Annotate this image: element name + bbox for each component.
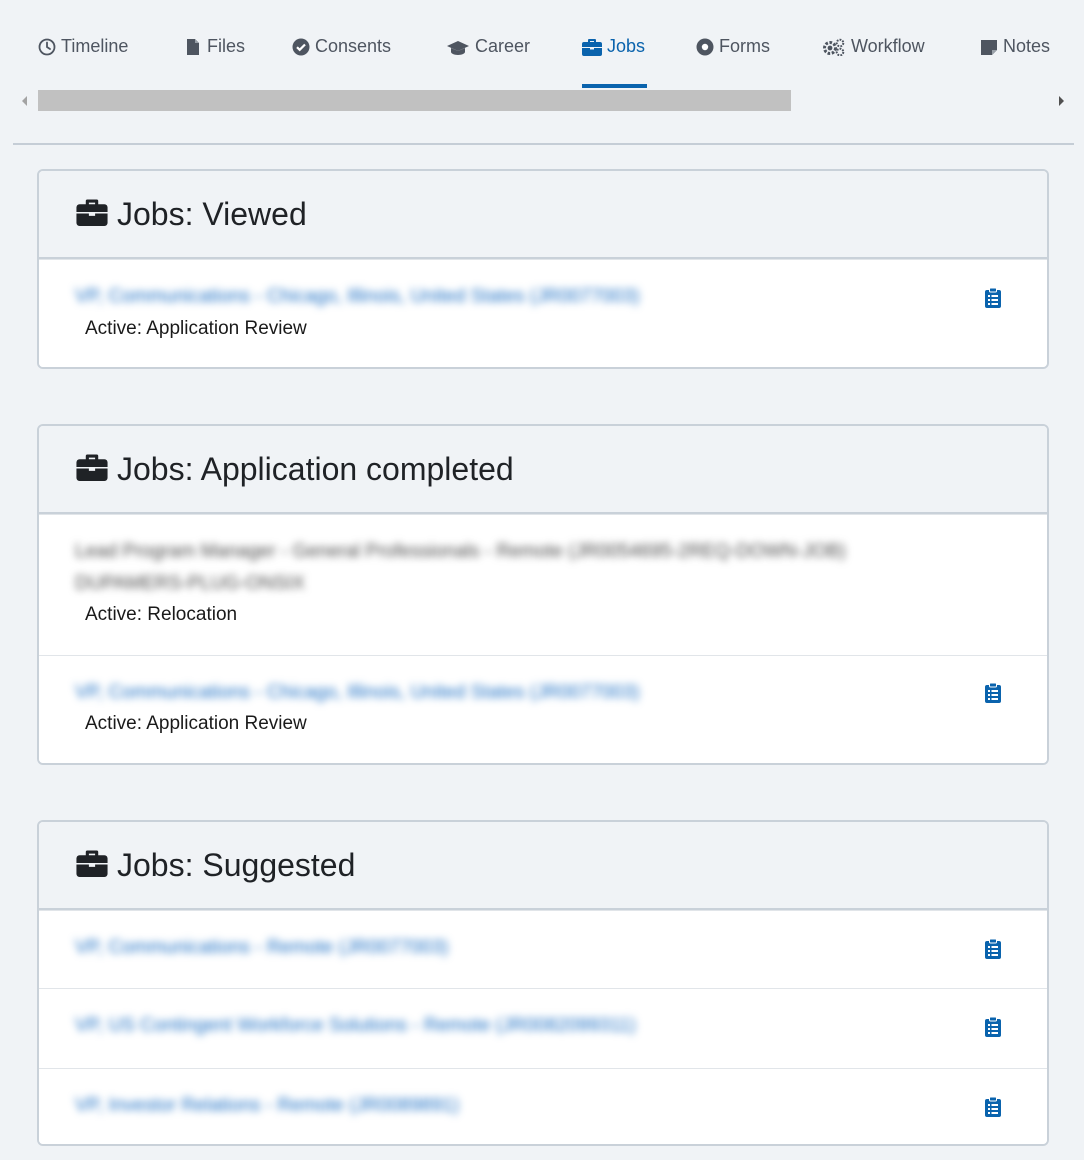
tabs-divider — [13, 143, 1074, 145]
tab-career[interactable]: Career — [446, 36, 530, 88]
card-header: Jobs: Application completed — [39, 426, 1047, 514]
section-title: Jobs: Viewed — [117, 195, 307, 232]
scrollbar-thumb[interactable] — [38, 90, 791, 111]
job-row: VP, Investor Relations - Remote (JR00898… — [39, 1068, 1047, 1144]
file-icon — [184, 38, 202, 56]
job-row: VP, US Contingent Workforce Solutions - … — [39, 988, 1047, 1068]
briefcase-icon — [582, 38, 602, 56]
briefcase-icon — [75, 198, 109, 231]
job-status: Active: Application Review — [85, 318, 307, 339]
tab-label: Notes — [1003, 36, 1051, 56]
check-circle-icon — [292, 38, 310, 56]
tab-workflow[interactable]: Workflow — [822, 36, 925, 88]
job-title-line2: DUPAMERS-PLUG-ONSIX — [75, 573, 305, 594]
graduation-cap-icon — [446, 38, 470, 56]
card-header: Jobs: Suggested — [39, 822, 1047, 910]
section-title: Jobs: Application completed — [117, 450, 514, 487]
tab-label: Files — [207, 36, 246, 56]
tab-bar: Timeline Files Consents Career Jobs Form… — [0, 0, 1084, 88]
job-link[interactable]: VP, Investor Relations - Remote (JR00898… — [75, 1095, 459, 1117]
jobs-application-completed-card: Jobs: Application completed Lead Program… — [37, 424, 1049, 765]
tab-scrollbar[interactable] — [16, 90, 1072, 111]
cogs-icon — [822, 38, 846, 56]
clipboard-list-icon[interactable] — [985, 1096, 1001, 1117]
sticky-note-icon — [980, 38, 998, 56]
clipboard-list-icon[interactable] — [985, 287, 1001, 308]
job-link[interactable]: VP, Communications - Chicago, Illinois, … — [75, 682, 640, 704]
job-title: Lead Program Manager - General Professio… — [75, 541, 846, 562]
job-row: VP, Communications - Chicago, Illinois, … — [39, 655, 1047, 763]
clock-icon — [38, 38, 56, 56]
scroll-left-arrow-icon[interactable] — [22, 96, 27, 106]
briefcase-icon — [75, 453, 109, 486]
jobs-suggested-card: Jobs: Suggested VP, Communications - Rem… — [37, 820, 1049, 1146]
tab-label: Career — [475, 36, 531, 56]
tab-jobs[interactable]: Jobs — [582, 36, 647, 88]
tab-files[interactable]: Files — [184, 36, 245, 88]
scroll-right-arrow-icon[interactable] — [1059, 96, 1064, 106]
tab-label: Jobs — [607, 36, 646, 56]
job-link[interactable]: VP, Communications - Chicago, Illinois, … — [75, 286, 640, 308]
job-row: VP, Communications - Chicago, Illinois, … — [39, 259, 1047, 367]
tab-forms[interactable]: Forms — [696, 36, 770, 88]
tab-notes[interactable]: Notes — [980, 36, 1050, 88]
job-status: Active: Relocation — [85, 604, 238, 625]
briefcase-icon — [75, 849, 109, 882]
clipboard-list-icon[interactable] — [985, 682, 1001, 703]
section-title: Jobs: Suggested — [117, 846, 356, 883]
tab-label: Consents — [315, 36, 392, 56]
job-link[interactable]: VP, Communications - Remote (JR0077003) — [75, 937, 449, 959]
tab-label: Workflow — [851, 36, 925, 56]
tab-timeline[interactable]: Timeline — [38, 36, 128, 88]
job-row: Lead Program Manager - General Professio… — [39, 514, 1047, 655]
jobs-viewed-card: Jobs: Viewed VP, Communications - Chicag… — [37, 169, 1049, 369]
clipboard-list-icon[interactable] — [985, 1016, 1001, 1037]
job-status: Active: Application Review — [85, 713, 307, 734]
card-header: Jobs: Viewed — [39, 171, 1047, 259]
dot-circle-icon — [696, 38, 714, 56]
job-link[interactable]: VP, US Contingent Workforce Solutions - … — [75, 1015, 636, 1037]
tab-label: Forms — [719, 36, 770, 56]
tab-label: Timeline — [61, 36, 129, 56]
job-row: VP, Communications - Remote (JR0077003) — [39, 910, 1047, 988]
tab-consents[interactable]: Consents — [292, 36, 391, 88]
clipboard-list-icon[interactable] — [985, 938, 1001, 959]
